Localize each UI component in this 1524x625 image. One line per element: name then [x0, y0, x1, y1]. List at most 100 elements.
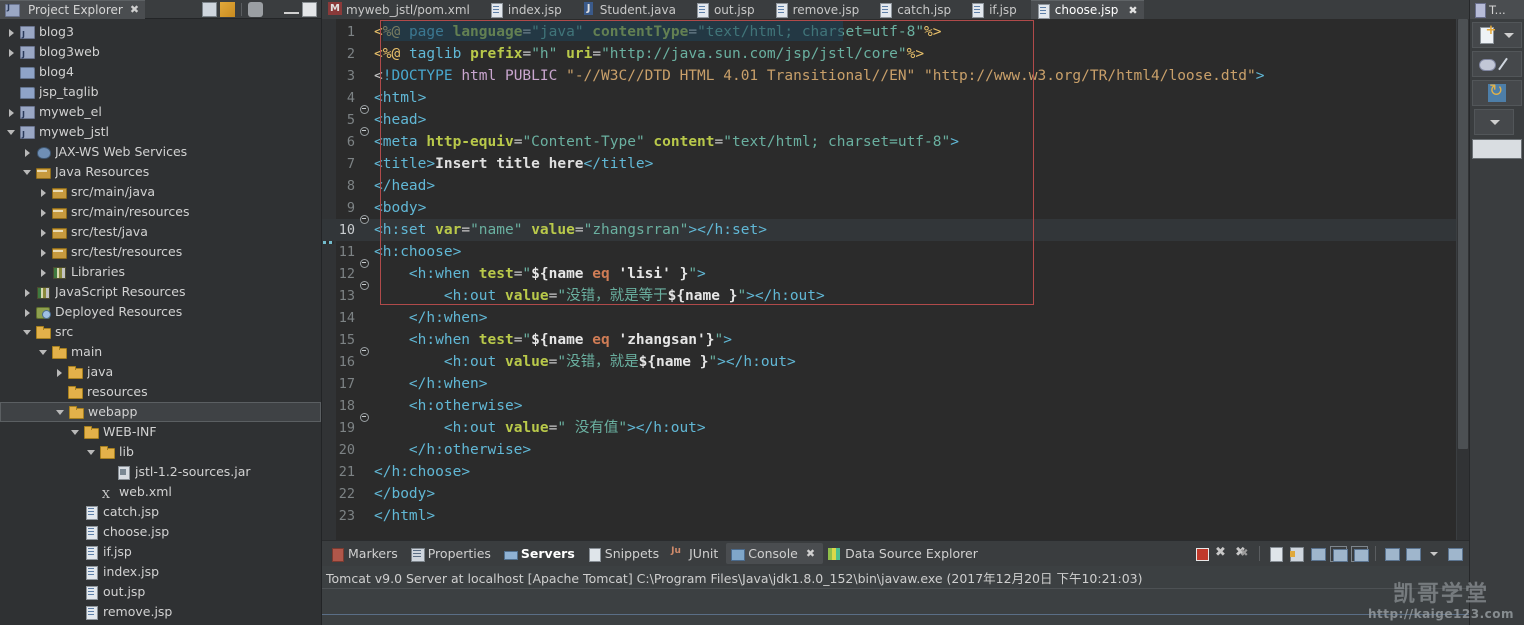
tree-item-out-jsp[interactable]: out.jsp — [0, 582, 321, 602]
close-icon[interactable]: ✖ — [1128, 4, 1137, 17]
tree-twisty-closed-icon[interactable] — [22, 307, 33, 318]
code-line-7[interactable]: 7 <title>Insert title here</title> — [322, 153, 1469, 175]
scroll-lock-icon[interactable] — [1288, 546, 1305, 562]
tree-twisty-open-icon[interactable] — [70, 427, 81, 438]
tree-twisty-closed-icon[interactable] — [38, 227, 49, 238]
bottom-tab-markers[interactable]: Markers — [326, 543, 406, 564]
tree-item-if-jsp[interactable]: if.jsp — [0, 542, 321, 562]
tree-item-jstl-1-2-sources-jar[interactable]: jstl-1.2-sources.jar — [0, 462, 321, 482]
tree-item-blog4[interactable]: blog4 — [0, 62, 321, 82]
tree-item-web-inf[interactable]: WEB-INF — [0, 422, 321, 442]
tab-project-explorer[interactable]: Project Explorer ✖ — [0, 0, 146, 19]
tree-item-resources[interactable]: resources — [0, 382, 321, 402]
terminate-icon[interactable] — [1446, 546, 1463, 562]
tree-item-deployed-resources[interactable]: Deployed Resources — [0, 302, 321, 322]
code-lines[interactable]: 1<%@ page language="java" contentType="t… — [322, 19, 1469, 540]
tree-item-index-jsp[interactable]: index.jsp — [0, 562, 321, 582]
code-editor[interactable]: 1<%@ page language="java" contentType="t… — [322, 19, 1469, 540]
tree-item-choose-jsp[interactable]: choose.jsp — [0, 522, 321, 542]
tree-item-src-main-java[interactable]: src/main/java — [0, 182, 321, 202]
tree-item-myweb-jstl[interactable]: myweb_jstl — [0, 122, 321, 145]
tree-twisty-open-icon[interactable] — [22, 327, 33, 338]
bottom-tab-junit[interactable]: JUnit — [667, 543, 726, 564]
editor-tab-if-jsp[interactable]: if.jsp — [965, 0, 1031, 19]
scrollbar-thumb[interactable] — [1458, 19, 1468, 449]
tree-item-jsp-taglib[interactable]: jsp_taglib — [0, 82, 321, 102]
code-line-11[interactable]: 11 <h:choose> — [322, 241, 1469, 268]
tree-twisty-closed-icon[interactable] — [38, 247, 49, 258]
new-file-icon[interactable] — [1478, 23, 1496, 44]
bottom-tab-data-source-explorer[interactable]: Data Source Explorer — [823, 543, 986, 564]
tree-item-libraries[interactable]: Libraries — [0, 262, 321, 282]
code-line-14[interactable]: 14 </h:when> — [322, 307, 1469, 329]
tree-item-java-resources[interactable]: Java Resources — [0, 162, 321, 182]
code-line-10[interactable]: 10 <h:set var="name" value="zhangsrran"><… — [322, 219, 1469, 241]
tree-item-catch-jsp[interactable]: catch.jsp — [0, 502, 321, 522]
chevron-down-icon[interactable] — [266, 2, 281, 17]
open-console-icon[interactable] — [1383, 546, 1400, 562]
tree-twisty-open-icon[interactable] — [22, 167, 33, 178]
display-selected-console-icon[interactable] — [1351, 545, 1369, 562]
remove-launch-icon[interactable] — [1214, 545, 1231, 562]
console-dropdown-icon[interactable] — [1404, 546, 1421, 562]
project-tree[interactable]: blog3 blog3web blog4 jsp_taglib myweb_elmywe… — [0, 19, 321, 622]
code-line-21[interactable]: 21 </h:choose> — [322, 461, 1469, 483]
tree-item-myweb-el[interactable]: myweb_el — [0, 102, 321, 125]
maximize-icon[interactable] — [302, 1, 317, 17]
code-line-15[interactable]: 15 <h:when test="${name eq 'zhangsan'}"> — [322, 329, 1469, 356]
editor-tab-student-java[interactable]: Student.java — [576, 0, 690, 19]
tree-twisty-closed-icon[interactable] — [6, 47, 17, 58]
tree-item-src-test-java[interactable]: src/test/java — [0, 222, 321, 242]
view-menu-icon[interactable] — [248, 1, 263, 17]
tree-twisty-open-icon[interactable] — [6, 127, 17, 138]
editor-tab-choose-jsp[interactable]: choose.jsp ✖ — [1030, 0, 1144, 19]
tree-item-main[interactable]: main — [0, 342, 321, 362]
code-line-19[interactable]: 19 <h:out value=" 没有值"></h:out> — [322, 417, 1469, 439]
code-line-17[interactable]: 17 </h:when> — [322, 373, 1469, 395]
package-icon[interactable] — [1478, 55, 1496, 73]
close-icon[interactable]: ✖ — [806, 547, 815, 560]
editor-tab-catch-jsp[interactable]: catch.jsp — [873, 0, 965, 19]
code-line-12[interactable]: 12 <h:when test="${name eq 'lisi' }"> — [322, 263, 1469, 290]
tree-item-blog3web[interactable]: blog3web — [0, 42, 321, 65]
code-line-2[interactable]: 2 <%@ taglib prefix="h" uri="http://java.… — [322, 43, 1469, 65]
show-console-icon[interactable] — [1309, 546, 1326, 562]
tree-twisty-open-icon[interactable] — [86, 447, 97, 458]
code-line-5[interactable]: 5 <head> — [322, 109, 1469, 136]
tree-twisty-closed-icon[interactable] — [6, 107, 17, 118]
code-line-20[interactable]: 20 </h:otherwise> — [322, 439, 1469, 461]
tree-item-src-test-resources[interactable]: src/test/resources — [0, 242, 321, 262]
code-line-22[interactable]: 22 </body> — [322, 483, 1469, 505]
tree-item-lib[interactable]: lib — [0, 442, 321, 462]
tree-twisty-closed-icon[interactable] — [38, 207, 49, 218]
tab-templates[interactable]: T... — [1470, 0, 1524, 19]
tree-twisty-closed-icon[interactable] — [38, 267, 49, 278]
tree-item-java[interactable]: java — [0, 362, 321, 382]
terminate-icon[interactable] — [1193, 546, 1210, 562]
editor-vertical-scrollbar[interactable] — [1457, 19, 1469, 540]
tree-item-src[interactable]: src — [0, 322, 321, 342]
editor-tab-out-jsp[interactable]: out.jsp — [690, 0, 769, 19]
right-panel-strip[interactable] — [1472, 139, 1522, 159]
code-line-8[interactable]: 8 </head> — [322, 175, 1469, 197]
code-line-9[interactable]: 9 <body> — [322, 197, 1469, 224]
tree-twisty-closed-icon[interactable] — [38, 187, 49, 198]
editor-tab-myweb-jstl-pom-xml[interactable]: myweb_jstl/pom.xml — [322, 0, 484, 19]
code-line-4[interactable]: 4 <html> — [322, 87, 1469, 114]
tree-twisty-open-icon[interactable] — [55, 407, 66, 418]
code-line-13[interactable]: 13 <h:out value="没错，就是等于${name }"></h:ou… — [322, 285, 1469, 307]
editor-tab-remove-jsp[interactable]: remove.jsp — [769, 0, 874, 19]
tree-item-src-main-resources[interactable]: src/main/resources — [0, 202, 321, 222]
tree-twisty-closed-icon[interactable] — [6, 27, 17, 38]
tree-item-remove-jsp[interactable]: remove.jsp — [0, 602, 321, 622]
collapse-all-icon[interactable] — [202, 1, 217, 17]
tree-item-blog3[interactable]: blog3 — [0, 22, 321, 45]
code-line-16[interactable]: 16 <h:out value="没错，就是${name }"></h:out> — [322, 351, 1469, 373]
bottom-tab-servers[interactable]: Servers — [499, 543, 583, 564]
tree-item-web-xml[interactable]: web.xml — [0, 482, 321, 505]
tree-item-javascript-resources[interactable]: JavaScript Resources — [0, 282, 321, 302]
dropdown-icon[interactable] — [1499, 26, 1517, 44]
minimize-icon[interactable] — [284, 5, 299, 14]
tree-item-jax-ws-web-services[interactable]: JAX-WS Web Services — [0, 142, 321, 162]
tree-twisty-closed-icon[interactable] — [54, 367, 65, 378]
